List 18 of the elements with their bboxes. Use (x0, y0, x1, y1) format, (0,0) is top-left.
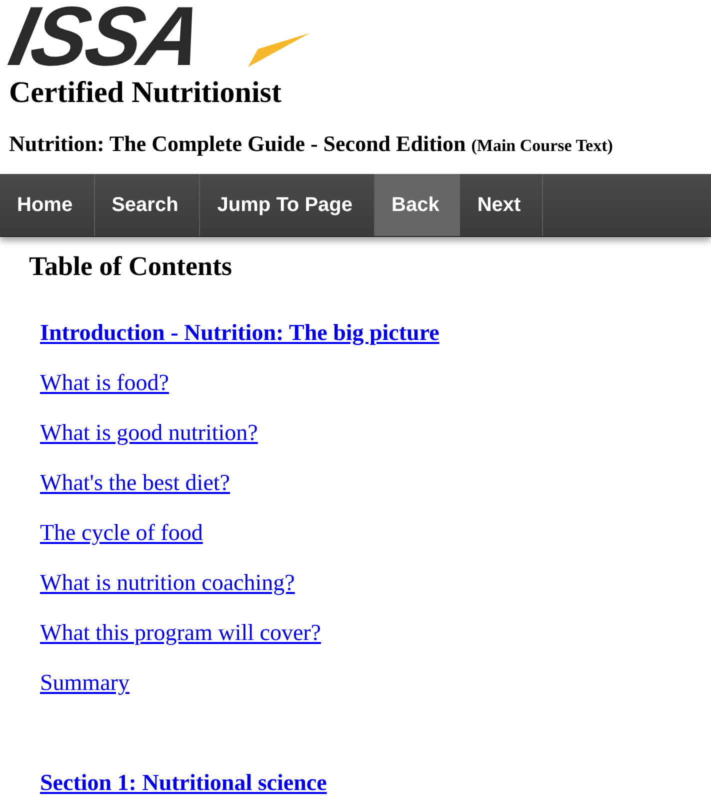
course-title: Certified Nutritionist (8, 75, 282, 110)
book-title: Nutrition: The Complete Guide - Second Edition (Main Course Text) (8, 130, 614, 158)
chapter-link[interactable]: What is good nutrition? (40, 420, 258, 446)
swoosh-icon (248, 33, 310, 67)
toc-heading: Table of Contents (28, 250, 234, 282)
logo-wordmark: ISSA (4, 0, 208, 72)
nav-link[interactable]: Search (94, 174, 200, 236)
section-link[interactable]: Section 1: Nutritional science (40, 770, 327, 796)
nav-link[interactable]: Next (460, 174, 543, 236)
section-link[interactable]: Introduction - Nutrition: The big picture (40, 320, 440, 346)
chapter-link[interactable]: Summary (40, 670, 130, 696)
nav-link[interactable]: Back (374, 174, 460, 236)
chapter-link[interactable]: The cycle of food (40, 520, 203, 546)
nav-link[interactable]: Home (0, 174, 95, 236)
chapter-link[interactable]: What is food? (40, 370, 170, 396)
chapter-link[interactable]: What's the best diet? (40, 470, 230, 496)
chapter-link[interactable]: What this program will cover? (40, 620, 322, 646)
chapter-link[interactable]: What is nutrition coaching? (40, 570, 295, 596)
